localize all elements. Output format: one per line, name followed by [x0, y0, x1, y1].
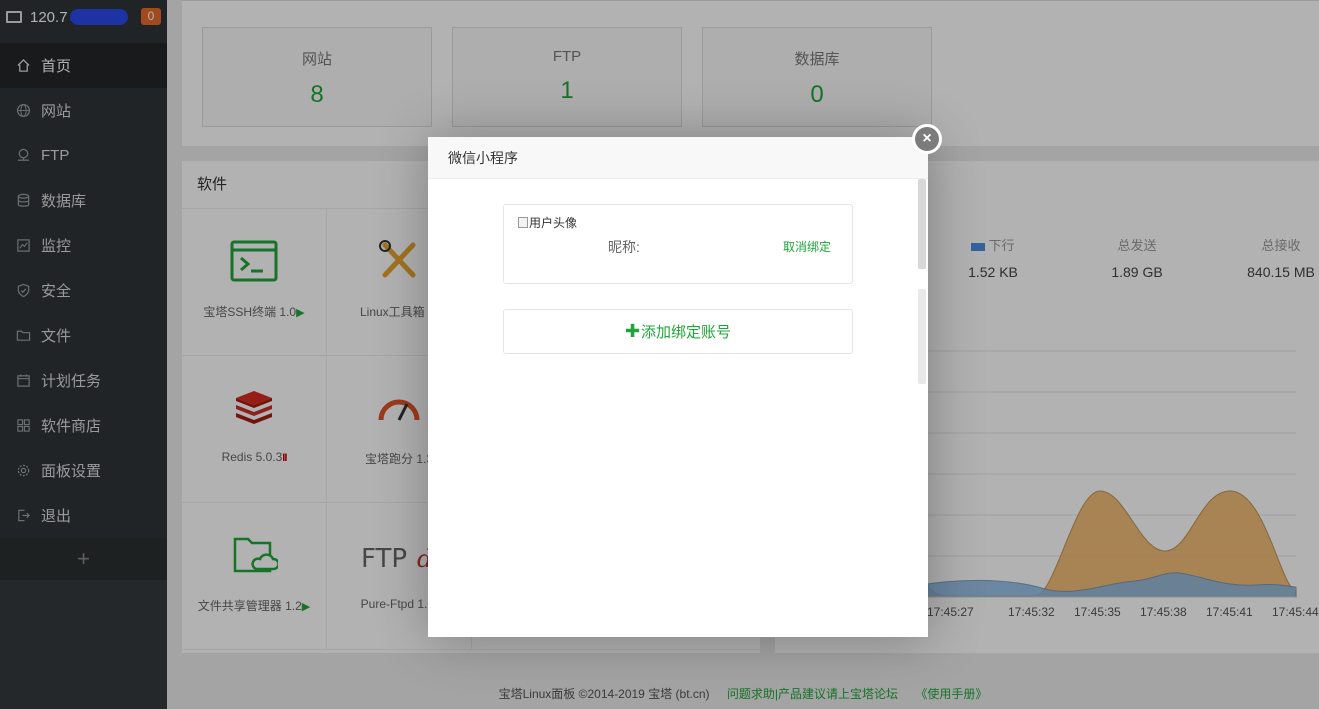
nickname-label: 昵称: [608, 239, 640, 255]
scrollbar-thumb[interactable] [918, 179, 926, 269]
add-account-label: 添加绑定账号 [641, 324, 732, 341]
avatar-alt-text: 用户头像 [529, 216, 578, 230]
scrollbar-track [918, 289, 926, 384]
plus-icon: ✚ [624, 321, 641, 341]
user-avatar: 用户头像 [518, 215, 578, 231]
close-icon: × [915, 127, 939, 151]
add-bind-account-button[interactable]: ✚添加绑定账号 [503, 309, 853, 354]
bound-account-card: 用户头像 昵称: 取消绑定 [503, 204, 853, 284]
close-dialog-button[interactable]: × [912, 124, 942, 154]
unbind-button[interactable]: 取消绑定 [783, 238, 831, 255]
dialog-scrollbar[interactable] [918, 179, 926, 384]
broken-image-icon [518, 217, 528, 228]
dialog-title: 微信小程序 [428, 137, 928, 179]
wechat-miniprogram-dialog: 微信小程序 用户头像 昵称: 取消绑定 ✚添加绑定账号 [428, 137, 928, 637]
